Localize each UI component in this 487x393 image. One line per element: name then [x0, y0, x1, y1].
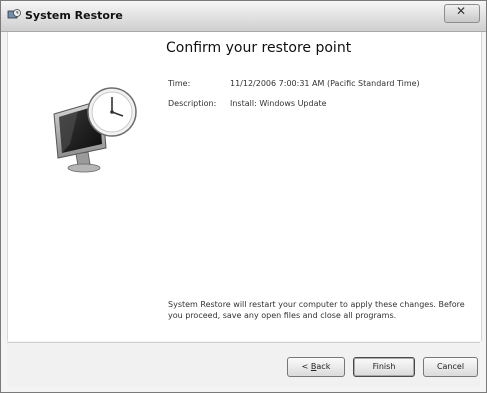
- time-value: 11/12/2006 7:00:31 AM (Pacific Standard …: [230, 79, 420, 88]
- description-value: Install: Windows Update: [230, 99, 327, 108]
- window-title: System Restore: [25, 9, 123, 22]
- button-bar: < Back Finish Cancel: [7, 342, 480, 387]
- close-button[interactable]: ✕: [444, 4, 480, 23]
- system-restore-icon: [7, 9, 21, 19]
- content-panel: Confirm your restore point Time: 11/12/2…: [7, 32, 482, 341]
- back-button-prefix: <: [301, 362, 311, 371]
- system-restore-window: System Restore ✕ Confirm your restore po…: [0, 0, 487, 393]
- close-icon: ✕: [456, 4, 467, 18]
- restart-warning: System Restore will restart your compute…: [168, 300, 465, 320]
- monitor-clock-icon: [53, 87, 137, 173]
- page-title: Confirm your restore point: [166, 40, 352, 56]
- cancel-button[interactable]: Cancel: [423, 357, 478, 377]
- finish-button[interactable]: Finish: [353, 357, 415, 377]
- time-label: Time:: [168, 79, 191, 88]
- description-label: Description:: [168, 99, 217, 108]
- back-button[interactable]: < Back: [287, 357, 345, 377]
- back-button-label: ack: [316, 362, 331, 371]
- title-bar[interactable]: System Restore ✕: [1, 1, 486, 32]
